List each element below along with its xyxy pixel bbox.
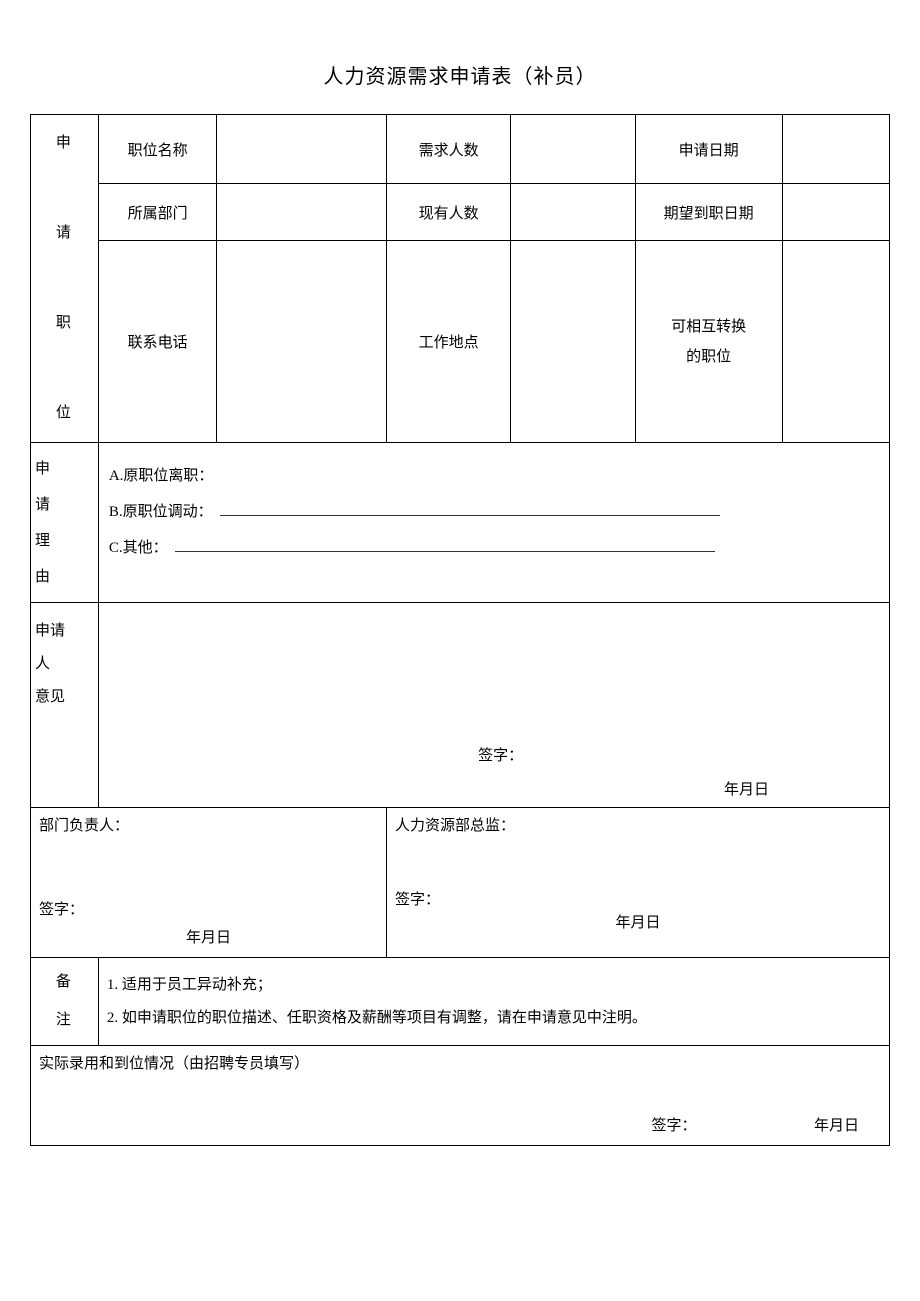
- reason-content[interactable]: A.原职位离职： B.原职位调动： C.其他：: [98, 443, 889, 603]
- opinion-signature[interactable]: 签字： 年月日: [98, 723, 889, 808]
- remarks-content: 1. 适用于员工异动补充； 2. 如申请职位的职位描述、任职资格及薪酬等项目有调…: [98, 958, 889, 1046]
- field-expect-date[interactable]: [782, 184, 889, 241]
- label-work-loc: 工作地点: [387, 241, 511, 443]
- label-dept: 所属部门: [98, 184, 217, 241]
- remarks-line-2: 2. 如申请职位的职位描述、任职资格及薪酬等项目有调整，请在申请意见中注明。: [107, 1002, 881, 1035]
- hr-head-sig: 签字：: [395, 888, 440, 909]
- field-phone[interactable]: [217, 241, 387, 443]
- reason-b: B.原职位调动：: [109, 494, 879, 530]
- reason-a: A.原职位离职：: [109, 458, 879, 494]
- hr-head-label: 人力资源部总监：: [395, 818, 515, 834]
- dept-head-date: 年月日: [186, 926, 231, 947]
- hr-head-date: 年月日: [615, 911, 660, 932]
- label-apply-date: 申请日期: [635, 115, 782, 184]
- label-expect-date: 期望到职日期: [635, 184, 782, 241]
- side-opinion: 申请 人 意见: [31, 603, 99, 808]
- label-job-name: 职位名称: [98, 115, 217, 184]
- field-req-count[interactable]: [511, 115, 635, 184]
- side-remarks: 备 注: [31, 958, 99, 1046]
- dept-head-label: 部门负责人：: [39, 818, 129, 834]
- field-work-loc[interactable]: [511, 241, 635, 443]
- dept-head-block[interactable]: 部门负责人： 签字： 年月日: [31, 808, 387, 958]
- field-dept[interactable]: [217, 184, 387, 241]
- hr-head-block[interactable]: 人力资源部总监： 签字： 年月日: [387, 808, 890, 958]
- actual-block[interactable]: 实际录用和到位情况（由招聘专员填写） 签字： 年月日: [31, 1046, 890, 1146]
- reason-c: C.其他：: [109, 530, 879, 566]
- actual-label: 实际录用和到位情况（由招聘专员填写）: [39, 1056, 309, 1072]
- side-reason: 申 请 理 由: [31, 443, 99, 603]
- field-apply-date[interactable]: [782, 115, 889, 184]
- field-cur-count[interactable]: [511, 184, 635, 241]
- form-table: 申 请 职 位 职位名称 需求人数 申请日期 所属部门 现有人数 期望到职日期 …: [30, 114, 890, 1146]
- dept-head-sig: 签字：: [39, 898, 84, 919]
- remarks-line-1: 1. 适用于员工异动补充；: [107, 969, 881, 1002]
- field-inter-pos[interactable]: [782, 241, 889, 443]
- label-inter-pos: 可相互转换 的职位: [635, 241, 782, 443]
- label-req-count: 需求人数: [387, 115, 511, 184]
- side-apply-position: 申 请 职 位: [31, 115, 99, 443]
- opinion-date: 年月日: [724, 778, 769, 799]
- opinion-content[interactable]: [98, 603, 889, 723]
- opinion-sig-label: 签字：: [478, 744, 523, 765]
- label-cur-count: 现有人数: [387, 184, 511, 241]
- label-phone: 联系电话: [98, 241, 217, 443]
- actual-sig-date: 签字： 年月日: [651, 1114, 859, 1135]
- form-title: 人力资源需求申请表（补员）: [30, 60, 890, 89]
- field-job-name[interactable]: [217, 115, 387, 184]
